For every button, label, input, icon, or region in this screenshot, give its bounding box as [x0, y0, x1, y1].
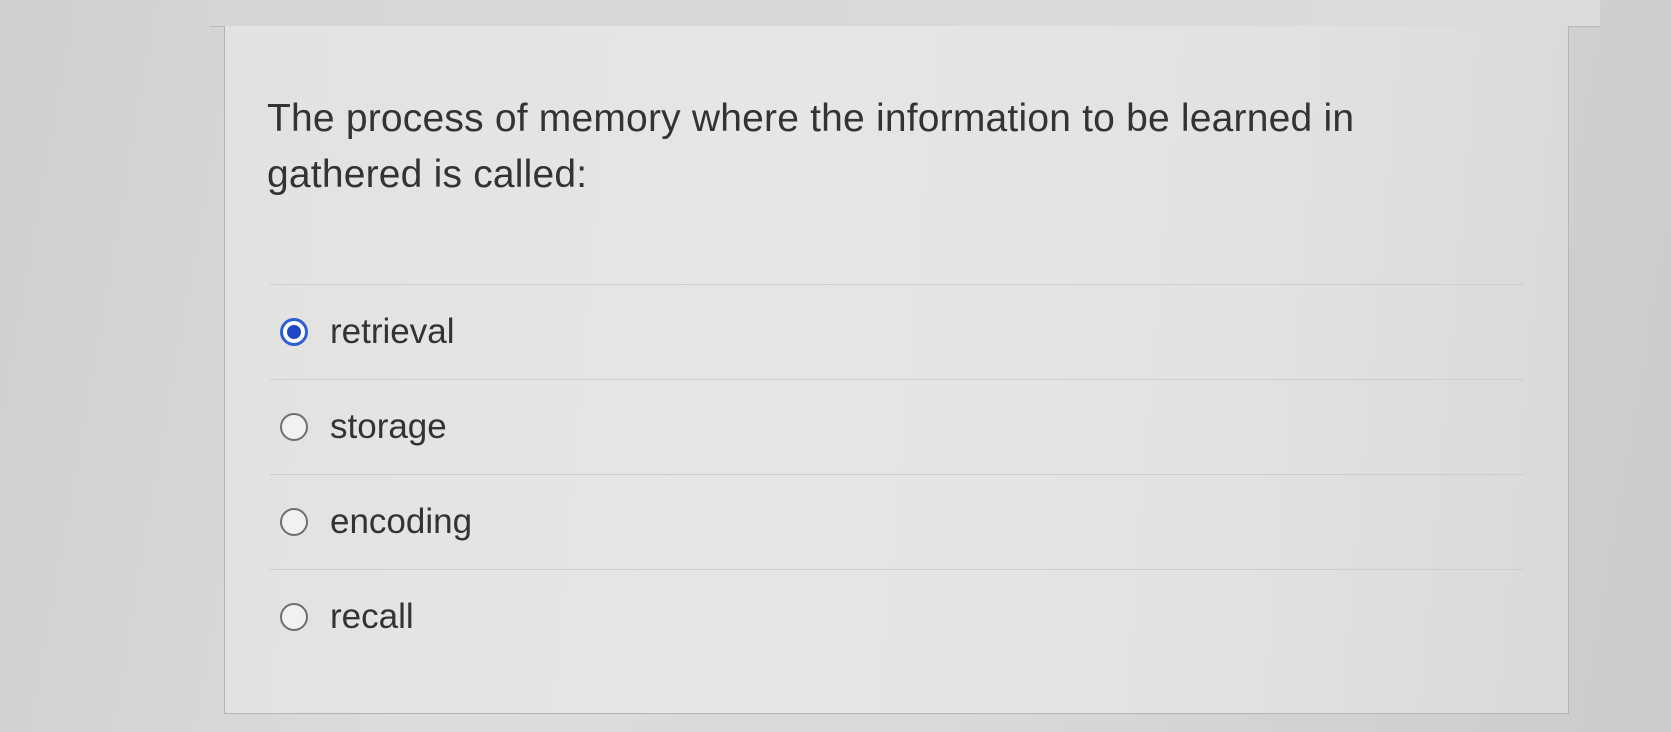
- answer-label: retrieval: [330, 312, 455, 351]
- radio-unselected-icon[interactable]: [280, 508, 308, 536]
- answer-option-encoding[interactable]: encoding: [270, 474, 1525, 569]
- radio-unselected-icon[interactable]: [280, 603, 308, 631]
- answer-label: encoding: [330, 502, 473, 541]
- answer-option-storage[interactable]: storage: [270, 379, 1525, 474]
- question-card: The process of memory where the informat…: [224, 26, 1569, 714]
- answer-label: recall: [330, 597, 414, 636]
- answer-label: storage: [330, 407, 447, 446]
- question-text: The process of memory where the informat…: [267, 97, 1355, 196]
- answer-option-recall[interactable]: recall: [270, 569, 1525, 664]
- answer-option-retrieval[interactable]: retrieval: [270, 284, 1525, 379]
- radio-unselected-icon[interactable]: [280, 413, 308, 441]
- radio-selected-icon[interactable]: [280, 318, 308, 346]
- answer-list: retrieval storage encoding recall: [270, 284, 1525, 664]
- previous-card-edge: [210, 0, 1600, 27]
